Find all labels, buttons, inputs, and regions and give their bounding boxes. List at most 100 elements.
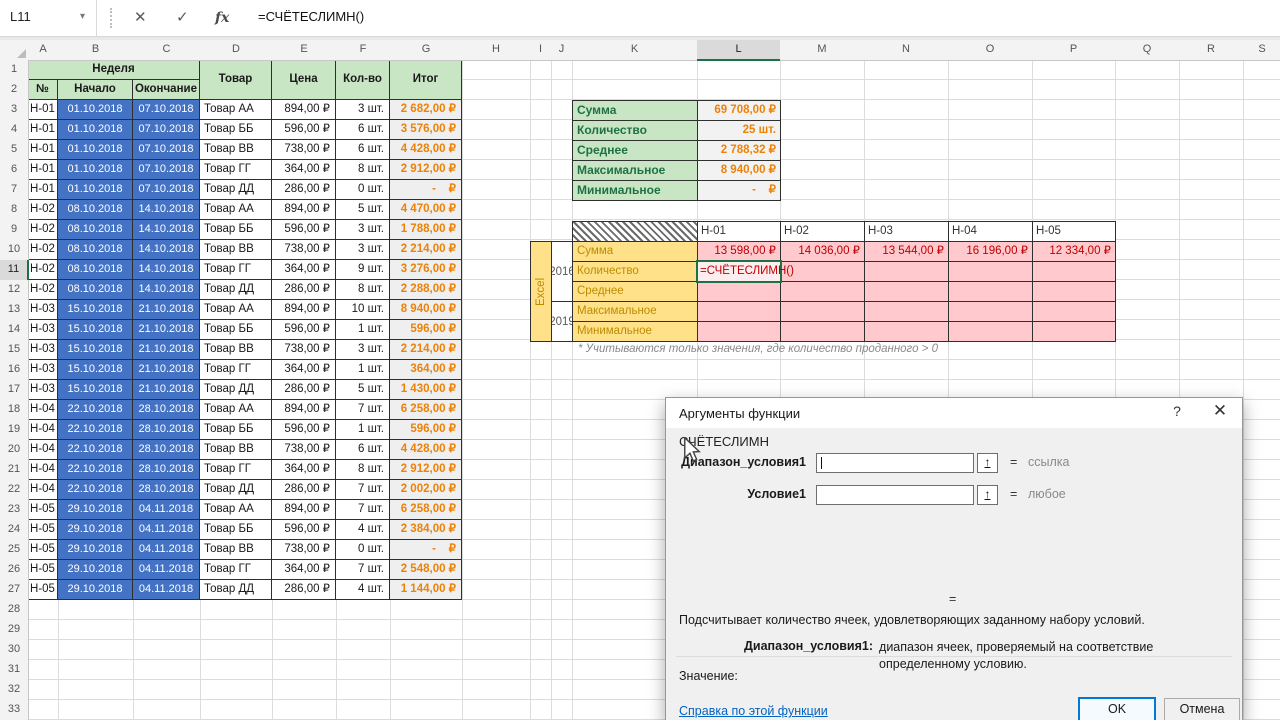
cell-price[interactable]: 738,00 ₽ bbox=[272, 340, 336, 360]
cell-price[interactable]: 364,00 ₽ bbox=[272, 360, 336, 380]
cell-date-start[interactable]: 15.10.2018 bbox=[58, 300, 133, 320]
table-header-num[interactable]: № bbox=[28, 80, 58, 100]
row-header-27[interactable]: 27 bbox=[0, 580, 29, 601]
cell-date-start[interactable]: 08.10.2018 bbox=[58, 220, 133, 240]
row-header-23[interactable]: 23 bbox=[0, 500, 29, 521]
cell-qty[interactable]: 8 шт. bbox=[336, 160, 390, 180]
column-header-Q[interactable]: Q bbox=[1115, 40, 1180, 61]
function-help-link[interactable]: Справка по этой функции bbox=[679, 704, 828, 718]
collapse-dialog-icon[interactable]: ↑ bbox=[977, 453, 998, 473]
cell-product[interactable]: Товар ГГ bbox=[200, 360, 272, 380]
cell-product[interactable]: Товар ДД bbox=[200, 480, 272, 500]
pivot-year-2016[interactable]: 2016 bbox=[551, 241, 573, 302]
pivot-week-header[interactable]: Н-03 bbox=[864, 221, 949, 242]
cell-price[interactable]: 894,00 ₽ bbox=[272, 100, 336, 120]
row-header-10[interactable]: 10 bbox=[0, 240, 29, 261]
cell-week-num[interactable]: Н-03 bbox=[28, 320, 58, 340]
cell-total[interactable]: 4 428,00 ₽ bbox=[390, 440, 462, 460]
cell-qty[interactable]: 1 шт. bbox=[336, 420, 390, 440]
pivot-sum-value[interactable]: 16 196,00 ₽ bbox=[948, 241, 1033, 262]
cell-date-start[interactable]: 22.10.2018 bbox=[58, 480, 133, 500]
row-header-4[interactable]: 4 bbox=[0, 120, 29, 141]
row-header-9[interactable]: 9 bbox=[0, 220, 29, 241]
cell-week-num[interactable]: Н-03 bbox=[28, 380, 58, 400]
summary-label[interactable]: Количество bbox=[572, 120, 698, 141]
cell-date-start[interactable]: 29.10.2018 bbox=[58, 560, 133, 580]
column-header-G[interactable]: G bbox=[390, 40, 463, 61]
cell-price[interactable]: 894,00 ₽ bbox=[272, 500, 336, 520]
cell-qty[interactable]: 7 шт. bbox=[336, 500, 390, 520]
cell-product[interactable]: Товар АА bbox=[200, 500, 272, 520]
cell-date-start[interactable]: 22.10.2018 bbox=[58, 420, 133, 440]
cell-qty[interactable]: 7 шт. bbox=[336, 480, 390, 500]
cell-qty[interactable]: 6 шт. bbox=[336, 120, 390, 140]
cell-date-start[interactable]: 08.10.2018 bbox=[58, 260, 133, 280]
cell-date-start[interactable]: 29.10.2018 bbox=[58, 500, 133, 520]
cell-qty[interactable]: 4 шт. bbox=[336, 520, 390, 540]
cell-week-num[interactable]: Н-05 bbox=[28, 520, 58, 540]
summary-label[interactable]: Максимальное bbox=[572, 160, 698, 181]
cell-product[interactable]: Товар ВВ bbox=[200, 440, 272, 460]
cell-week-num[interactable]: Н-02 bbox=[28, 240, 58, 260]
row-header-22[interactable]: 22 bbox=[0, 480, 29, 501]
cell-week-num[interactable]: Н-04 bbox=[28, 480, 58, 500]
cell-product[interactable]: Товар ДД bbox=[200, 380, 272, 400]
cell-week-num[interactable]: Н-04 bbox=[28, 420, 58, 440]
pivot-empty-cell[interactable] bbox=[780, 281, 865, 302]
pivot-sum-value[interactable]: 12 334,00 ₽ bbox=[1032, 241, 1116, 262]
range1-input[interactable] bbox=[816, 453, 974, 473]
cell-qty[interactable]: 5 шт. bbox=[336, 200, 390, 220]
row-header-6[interactable]: 6 bbox=[0, 160, 29, 181]
column-header-F[interactable]: F bbox=[336, 40, 391, 61]
pivot-side-label[interactable]: Excel bbox=[530, 241, 552, 342]
cell-date-end[interactable]: 14.10.2018 bbox=[133, 260, 200, 280]
row-header-1[interactable]: 1 bbox=[0, 60, 29, 81]
cell-price[interactable]: 286,00 ₽ bbox=[272, 580, 336, 600]
cell-date-end[interactable]: 04.11.2018 bbox=[133, 520, 200, 540]
cell-date-end[interactable]: 07.10.2018 bbox=[133, 180, 200, 200]
cell-week-num[interactable]: Н-05 bbox=[28, 580, 58, 600]
cell-qty[interactable]: 0 шт. bbox=[336, 540, 390, 560]
pivot-empty-cell[interactable] bbox=[697, 281, 781, 302]
pivot-empty-cell[interactable] bbox=[948, 261, 1033, 282]
cell-product[interactable]: Товар ГГ bbox=[200, 560, 272, 580]
cell-date-end[interactable]: 21.10.2018 bbox=[133, 300, 200, 320]
cell-date-end[interactable]: 07.10.2018 bbox=[133, 120, 200, 140]
row-header-15[interactable]: 15 bbox=[0, 340, 29, 361]
cell-date-end[interactable]: 04.11.2018 bbox=[133, 500, 200, 520]
cell-product[interactable]: Товар АА bbox=[200, 300, 272, 320]
cell-product[interactable]: Товар АА bbox=[200, 200, 272, 220]
pivot-empty-cell[interactable] bbox=[780, 321, 865, 342]
cell-product[interactable]: Товар ББ bbox=[200, 320, 272, 340]
row-header-16[interactable]: 16 bbox=[0, 360, 29, 381]
pivot-empty-cell[interactable] bbox=[864, 321, 949, 342]
cell-total[interactable]: 2 288,00 ₽ bbox=[390, 280, 462, 300]
cancel-entry-icon[interactable]: ✕ bbox=[134, 8, 147, 28]
cell-qty[interactable]: 10 шт. bbox=[336, 300, 390, 320]
cell-week-num[interactable]: Н-04 bbox=[28, 400, 58, 420]
column-header-L[interactable]: L bbox=[697, 40, 781, 61]
cell-total[interactable]: 2 214,00 ₽ bbox=[390, 240, 462, 260]
pivot-empty-cell[interactable] bbox=[864, 261, 949, 282]
cell-date-start[interactable]: 22.10.2018 bbox=[58, 460, 133, 480]
cell-date-end[interactable]: 14.10.2018 bbox=[133, 280, 200, 300]
row-header-14[interactable]: 14 bbox=[0, 320, 29, 341]
column-header-R[interactable]: R bbox=[1179, 40, 1244, 61]
row-header-31[interactable]: 31 bbox=[0, 660, 29, 681]
cell-date-end[interactable]: 14.10.2018 bbox=[133, 240, 200, 260]
table-header-total[interactable]: Итог bbox=[390, 60, 462, 100]
weekly-sales-table[interactable]: Неделя Товар Цена Кол-во Итог № Начало О… bbox=[27, 59, 462, 600]
pivot-empty-cell[interactable] bbox=[864, 281, 949, 302]
cell-date-end[interactable]: 04.11.2018 bbox=[133, 580, 200, 600]
row-header-30[interactable]: 30 bbox=[0, 640, 29, 661]
cell-qty[interactable]: 3 шт. bbox=[336, 240, 390, 260]
name-box-dropdown-icon[interactable]: ▾ bbox=[80, 11, 85, 22]
cell-product[interactable]: Товар ДД bbox=[200, 580, 272, 600]
dialog-titlebar[interactable]: Аргументы функции ? ✕ bbox=[666, 398, 1242, 428]
cell-total[interactable]: 4 428,00 ₽ bbox=[390, 140, 462, 160]
cell-week-num[interactable]: Н-05 bbox=[28, 540, 58, 560]
cell-product[interactable]: Товар ДД bbox=[200, 280, 272, 300]
cell-qty[interactable]: 3 шт. bbox=[336, 220, 390, 240]
cell-price[interactable]: 738,00 ₽ bbox=[272, 440, 336, 460]
cell-date-start[interactable]: 08.10.2018 bbox=[58, 280, 133, 300]
